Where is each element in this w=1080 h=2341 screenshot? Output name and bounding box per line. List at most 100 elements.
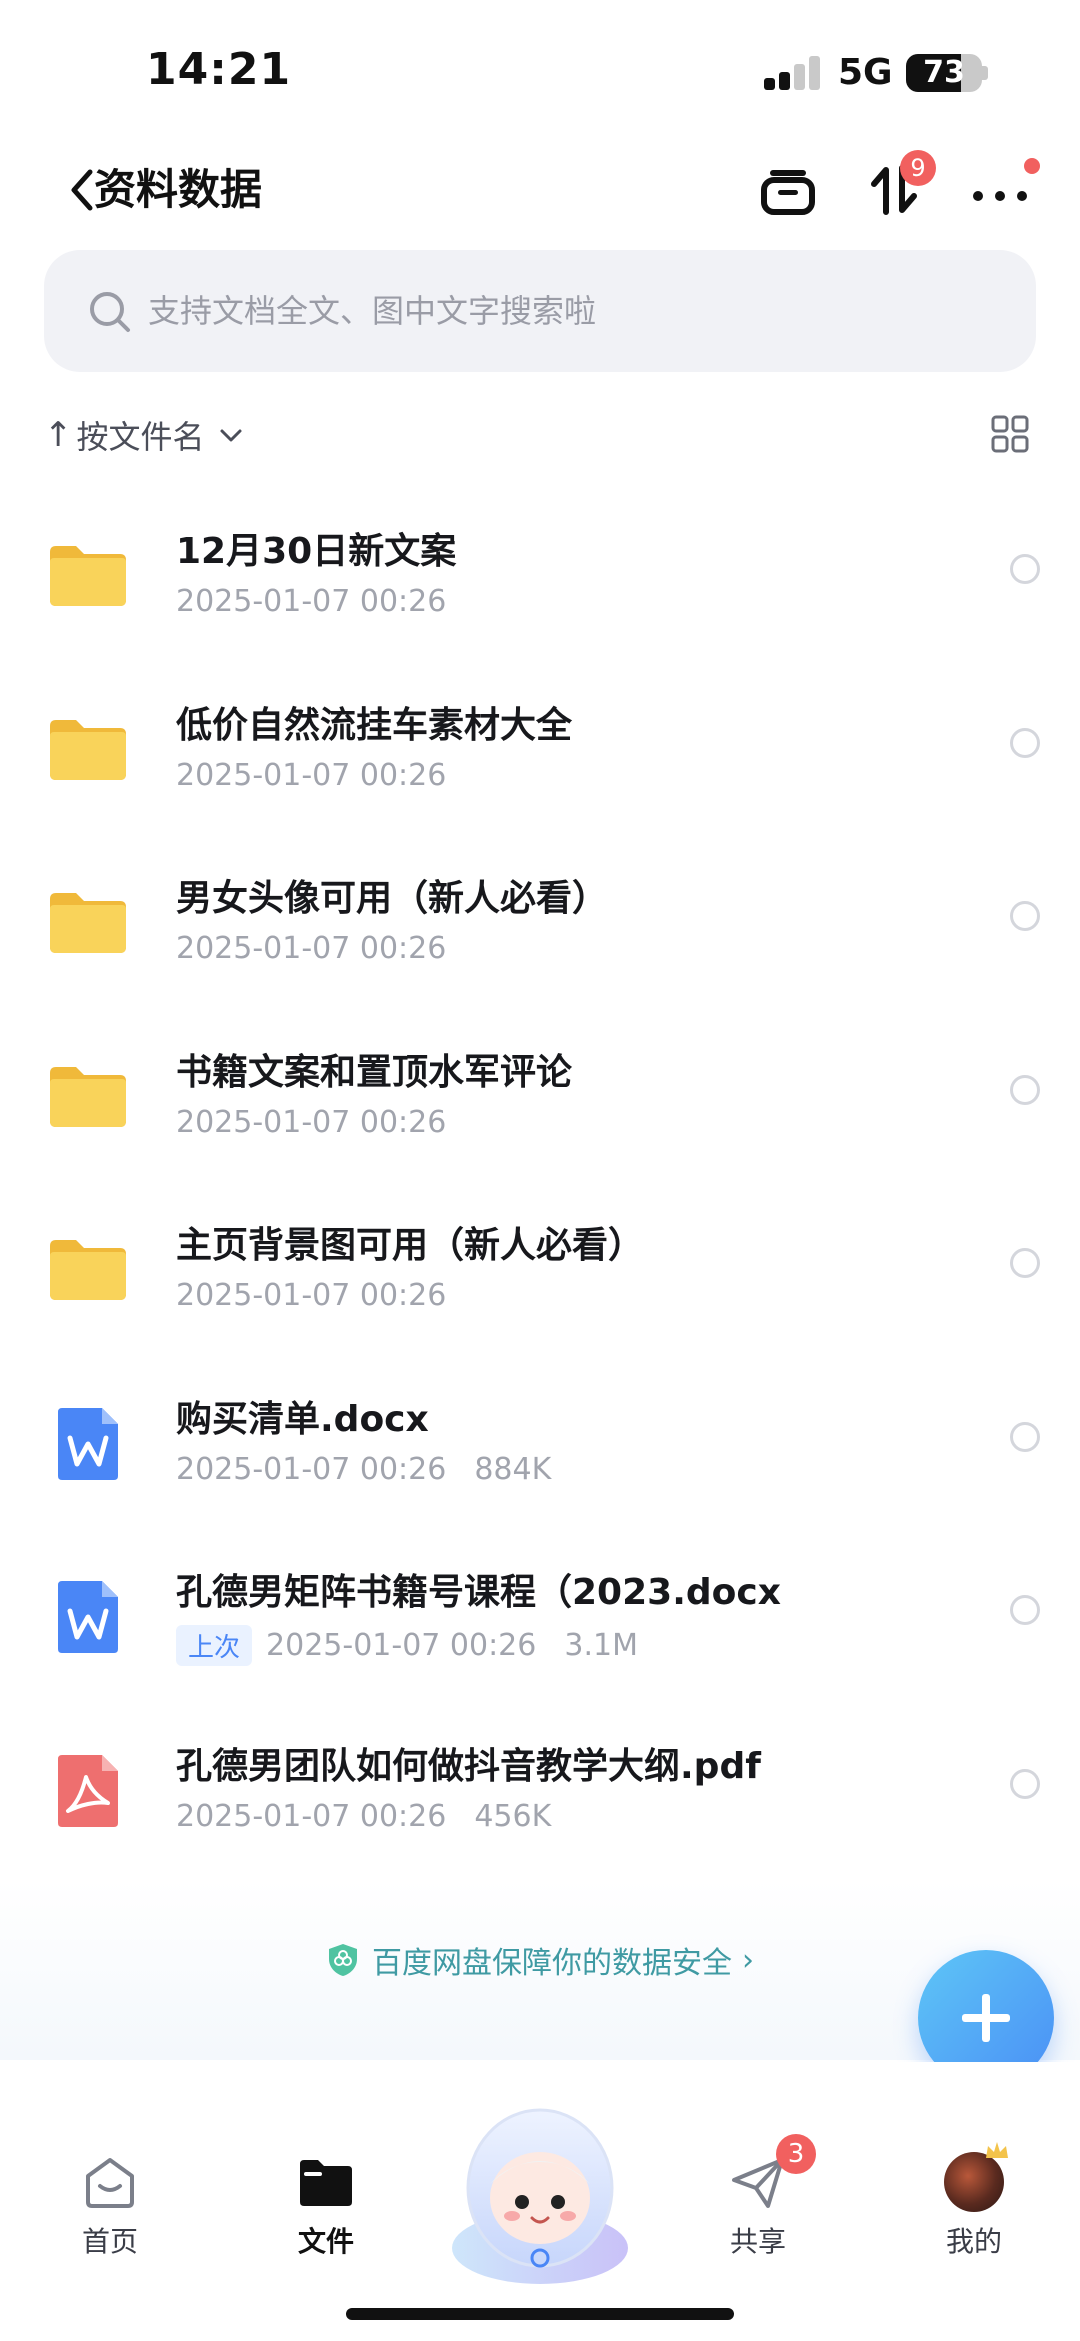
file-row[interactable]: 书籍文案和置顶水军评论 2025-01-07 00:26 <box>0 1021 1080 1195</box>
assistant-mascot-button[interactable] <box>450 2098 630 2288</box>
security-banner: 百度网盘保障你的数据安全 › <box>0 1880 1080 2060</box>
avatar <box>944 2152 1004 2212</box>
tab-share[interactable]: 3 共享 <box>688 2134 828 2292</box>
tab-files[interactable]: 文件 <box>256 2152 396 2292</box>
signal-strength-icon <box>764 56 822 90</box>
status-bar: 14:21 5G 73 <box>0 0 1080 140</box>
security-text: 百度网盘保障你的数据安全 <box>372 1946 732 1981</box>
select-checkbox[interactable] <box>1010 1768 1040 1799</box>
tab-home-label: 首页 <box>81 2225 138 2258</box>
file-date: 2025-01-07 00:26 <box>176 757 447 793</box>
chevron-right-icon: › <box>742 1942 754 1978</box>
folder-icon <box>46 708 130 792</box>
file-list: 12月30日新文案 2025-01-07 00:26 低价自然流挂车素材大全 2025… <box>0 500 1080 1888</box>
file-size: 456K <box>474 1798 552 1834</box>
sort-label: 按文件名 <box>76 418 205 456</box>
select-checkbox[interactable] <box>1010 727 1040 758</box>
battery-level: 73 <box>923 55 965 90</box>
folder-icon <box>46 1055 130 1139</box>
tab-bar: 首页 文件 3 共享 我的 <box>0 2062 1080 2341</box>
file-row[interactable]: 孔德男团队如何做抖音教学大纲.pdf 2025-01-07 00:26 456K <box>0 1715 1080 1889</box>
select-checkbox[interactable] <box>1010 901 1040 931</box>
pdf-icon <box>46 1749 130 1833</box>
search-bar[interactable] <box>44 250 1036 372</box>
file-date: 2025-01-07 00:26 <box>176 1278 447 1313</box>
select-checkbox[interactable] <box>1010 1595 1040 1625</box>
status-time: 14:21 <box>146 44 292 95</box>
tab-home[interactable]: 首页 <box>40 2152 180 2292</box>
file-name: 男女头像可用（新人必看） <box>176 878 609 919</box>
shield-icon <box>329 1944 357 1976</box>
search-input[interactable] <box>148 280 988 342</box>
home-indicator <box>346 2308 734 2320</box>
file-size: 884K <box>474 1451 552 1487</box>
file-name: 孔德男团队如何做抖音教学大纲.pdf <box>176 1745 761 1787</box>
select-checkbox[interactable] <box>1010 1421 1040 1452</box>
nav-bar: 资料数据 9 <box>0 140 1080 240</box>
file-name: 书籍文案和置顶水军评论 <box>176 1051 573 1093</box>
word-doc-icon <box>46 1575 130 1659</box>
notification-dot <box>1024 158 1040 174</box>
tab-me[interactable]: 我的 <box>904 2142 1044 2292</box>
tab-me-label: 我的 <box>945 2225 1002 2258</box>
file-meta: 2025-01-07 00:26 <box>176 758 446 793</box>
file-name: 购买清单.docx <box>176 1398 429 1440</box>
network-type: 5G <box>838 52 893 93</box>
select-checkbox[interactable] <box>1010 1074 1040 1105</box>
battery-cap <box>982 66 988 80</box>
more-button[interactable] <box>968 158 1040 222</box>
file-browser-screen: 14:21 5G 73 资料数据 9 支持文档全文、图中文字搜索啦 ↑ 按文件名… <box>0 0 1080 2341</box>
sort-by-name-button[interactable]: ↑ 按文件名 <box>44 410 245 460</box>
file-name: 12月30日新文案 <box>176 531 457 572</box>
crown-icon <box>986 2142 1008 2158</box>
file-meta: 2025-01-07 00:26 456K <box>176 1799 551 1834</box>
file-meta: 上次 2025-01-07 00:26 3.1M <box>176 1625 638 1666</box>
file-date: 2025-01-07 00:26 <box>176 931 447 966</box>
battery-icon: 73 <box>906 54 982 92</box>
security-link[interactable]: 百度网盘保障你的数据安全 › <box>0 1938 1080 1982</box>
share-badge: 3 <box>776 2134 816 2174</box>
sort-row: ↑ 按文件名 <box>0 400 1080 470</box>
file-row[interactable]: 主页背景图可用（新人必看） 2025-01-07 00:26 <box>0 1194 1080 1368</box>
file-meta: 2025-01-07 00:26 <box>176 1278 446 1313</box>
file-date: 2025-01-07 00:26 <box>176 1451 447 1487</box>
grid-view-button[interactable] <box>990 414 1030 454</box>
transfer-badge: 9 <box>900 150 936 186</box>
transfer-list-button[interactable]: 9 <box>862 150 936 222</box>
box-icon <box>761 170 815 215</box>
file-row[interactable]: 低价自然流挂车素材大全 2025-01-07 00:26 <box>0 674 1080 848</box>
recycle-box-button[interactable] <box>756 158 820 222</box>
file-date: 2025-01-07 00:26 <box>176 584 447 619</box>
grid-view-icon <box>991 415 1029 453</box>
folder-icon <box>46 1228 130 1312</box>
file-meta: 2025-01-07 00:26 <box>176 584 446 619</box>
folder-tab-icon <box>300 2160 352 2206</box>
file-name: 主页背景图可用（新人必看） <box>176 1225 645 1266</box>
sort-direction-arrow: ↑ <box>44 415 73 455</box>
search-icon <box>90 292 130 332</box>
tab-share-label: 共享 <box>729 2225 786 2258</box>
file-meta: 2025-01-07 00:26 <box>176 1105 446 1140</box>
file-name: 低价自然流挂车素材大全 <box>176 704 573 746</box>
astronaut-mascot-icon <box>452 2108 628 2284</box>
file-date: 2025-01-07 00:26 <box>266 1628 537 1663</box>
page-title: 资料数据 <box>94 165 263 214</box>
last-opened-tag: 上次 <box>176 1625 253 1666</box>
file-date: 2025-01-07 00:26 <box>176 1104 447 1140</box>
file-meta: 2025-01-07 00:26 <box>176 931 446 966</box>
file-row[interactable]: 12月30日新文案 2025-01-07 00:26 <box>0 500 1080 674</box>
select-checkbox[interactable] <box>1010 554 1040 584</box>
folder-icon <box>46 881 130 965</box>
folder-icon <box>46 534 130 618</box>
more-dots-icon <box>973 191 1027 201</box>
file-row[interactable]: 男女头像可用（新人必看） 2025-01-07 00:26 <box>0 847 1080 1021</box>
file-name: 孔德男矩阵书籍号课程（2023.docx <box>176 1572 781 1613</box>
file-date: 2025-01-07 00:26 <box>176 1798 447 1834</box>
file-row[interactable]: 购买清单.docx 2025-01-07 00:26 884K <box>0 1368 1080 1542</box>
chevron-down-icon <box>220 429 242 442</box>
select-checkbox[interactable] <box>1010 1248 1040 1278</box>
file-row[interactable]: 孔德男矩阵书籍号课程（2023.docx 上次 2025-01-07 00:26 3.… <box>0 1541 1080 1715</box>
home-icon <box>86 2158 134 2208</box>
tab-files-label: 文件 <box>297 2225 354 2258</box>
file-size: 3.1M <box>564 1628 638 1663</box>
